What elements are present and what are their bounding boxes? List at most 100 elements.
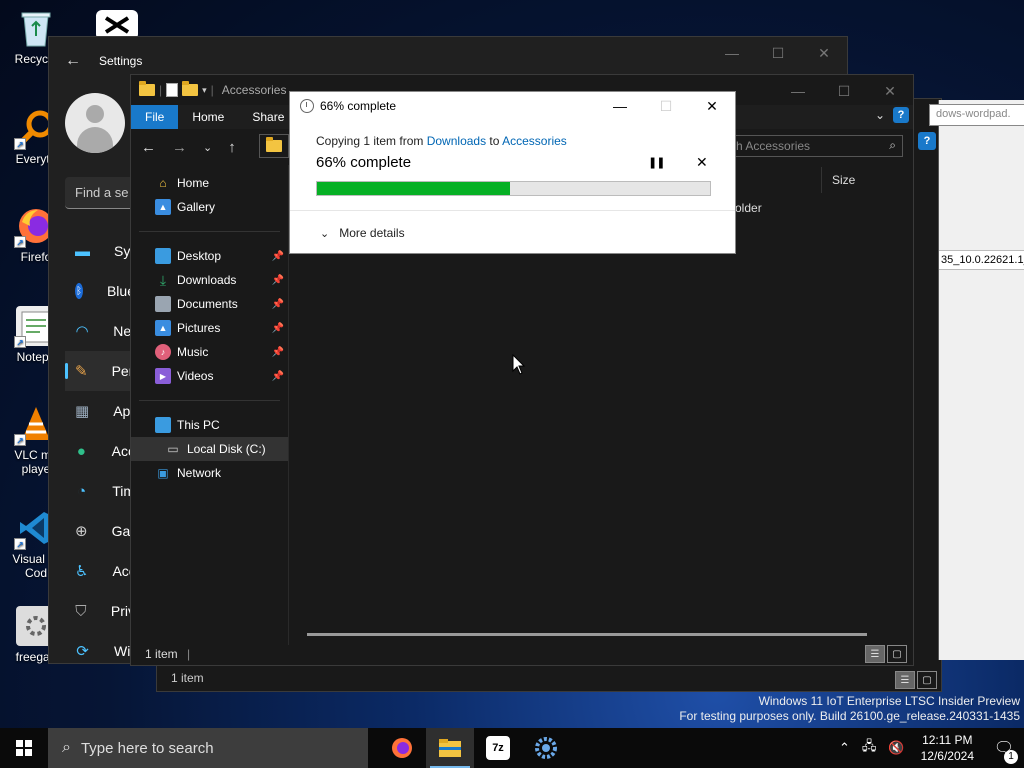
- ribbon-tab-home[interactable]: Home: [178, 105, 238, 129]
- chevron-up-icon[interactable]: ⌃: [839, 740, 850, 756]
- source-link[interactable]: Downloads: [427, 134, 486, 148]
- pin-icon[interactable]: 📌: [272, 251, 284, 262]
- downloads-icon: ⤓: [159, 271, 167, 288]
- new-folder-icon[interactable]: [182, 81, 199, 96]
- accessibility-icon: ♿: [75, 563, 89, 580]
- taskbar-file-explorer[interactable]: [426, 728, 474, 768]
- system-tray: ⌃ 🖧 🔇 12:11 PM 12/6/2024 🗨 1: [833, 728, 1024, 768]
- close-button[interactable]: ✕: [689, 92, 735, 120]
- videos-icon: ▶: [155, 368, 171, 384]
- pause-button[interactable]: ❚❚: [648, 156, 665, 169]
- minimize-button[interactable]: —: [597, 92, 643, 120]
- address-bar[interactable]: [259, 134, 289, 158]
- background-window-right[interactable]: dows-wordpad. 35_10.0.22621.1_: [929, 100, 1024, 660]
- properties-icon[interactable]: [166, 83, 179, 97]
- update-icon: ⟳: [76, 643, 89, 660]
- nav-label: Pictures: [177, 321, 221, 335]
- maximize-button[interactable]: ☐: [755, 37, 801, 69]
- gallery-icon: ▲: [155, 199, 171, 215]
- column-header-size[interactable]: Size: [821, 167, 911, 193]
- desktop-folder-icon: [155, 248, 171, 264]
- taskbar-firefox[interactable]: [378, 728, 426, 768]
- nav-label: Gallery: [177, 200, 216, 214]
- horizontal-scrollbar[interactable]: [307, 633, 867, 636]
- destination-link[interactable]: Accessories: [502, 134, 567, 148]
- nav-home[interactable]: ⌂ Home: [131, 171, 288, 195]
- nav-downloads[interactable]: ⤓ Downloads 📌: [131, 268, 288, 292]
- details-view-button[interactable]: ☰: [895, 671, 915, 689]
- maximize-button[interactable]: ☐: [821, 75, 867, 107]
- settings-nav-privacy[interactable]: ⛉ Priv: [65, 591, 135, 631]
- pin-icon[interactable]: 📌: [272, 299, 284, 310]
- settings-nav-personalization[interactable]: ✎ Pers: [65, 351, 140, 391]
- close-button[interactable]: ✕: [801, 37, 847, 69]
- minimize-button[interactable]: —: [709, 37, 755, 69]
- notifications-button[interactable]: 🗨 1: [984, 738, 1024, 764]
- settings-nav-windows-update[interactable]: ⟳ Wir: [65, 631, 135, 671]
- explorer-title: Accessories: [221, 83, 287, 97]
- settings-nav-network[interactable]: ◠ Net: [65, 311, 135, 351]
- help-icon-background[interactable]: ?: [918, 132, 936, 150]
- nav-music[interactable]: ♪ Music 📌: [131, 340, 288, 364]
- pictures-icon: ▲: [155, 320, 171, 336]
- cancel-copy-button[interactable]: ✕: [696, 154, 708, 171]
- large-icons-view-button[interactable]: ▢: [887, 645, 907, 663]
- search-input[interactable]: h Accessories ⌕: [727, 135, 903, 157]
- nav-documents[interactable]: Documents 📌: [131, 292, 288, 316]
- pin-icon[interactable]: 📌: [272, 371, 284, 382]
- more-details-toggle[interactable]: ⌄ More details: [320, 226, 405, 240]
- taskbar-settings[interactable]: [522, 728, 570, 768]
- chevron-down-icon[interactable]: ▾: [202, 85, 207, 96]
- watermark-line-2: For testing purposes only. Build 26100.g…: [679, 709, 1020, 723]
- nav-this-pc[interactable]: This PC: [131, 413, 288, 437]
- settings-nav-accounts[interactable]: ● Acc: [65, 431, 135, 471]
- nav-network[interactable]: ▣ Network: [131, 461, 288, 485]
- start-button[interactable]: [0, 728, 48, 768]
- minimize-button[interactable]: —: [775, 75, 821, 107]
- pin-icon[interactable]: 📌: [272, 275, 284, 286]
- back-arrow-icon[interactable]: ←: [141, 139, 156, 156]
- forward-arrow-icon[interactable]: →: [172, 139, 187, 156]
- search-icon: ⌕: [889, 138, 896, 152]
- mouse-cursor-icon: [512, 354, 526, 375]
- help-icon[interactable]: ?: [893, 107, 909, 123]
- taskbar-search-input[interactable]: ⌕ Type here to search: [48, 728, 368, 768]
- settings-nav-time[interactable]: ◔ Tim: [65, 471, 135, 511]
- settings-nav-gaming[interactable]: ⊕ Gar: [65, 511, 135, 551]
- settings-title: Settings: [99, 54, 143, 68]
- wifi-icon: ◠: [75, 323, 89, 340]
- nav-videos[interactable]: ▶ Videos 📌: [131, 364, 288, 388]
- computer-icon: [155, 417, 171, 433]
- recent-locations-icon[interactable]: ⌄: [203, 141, 212, 154]
- settings-nav-system[interactable]: ▬ Syst: [65, 231, 141, 271]
- close-button[interactable]: ✕: [867, 75, 913, 107]
- dialog-titlebar[interactable]: 66% complete — ☐ ✕: [290, 92, 735, 120]
- copy-progress-dialog[interactable]: 66% complete — ☐ ✕ Copying 1 item from D…: [289, 91, 736, 254]
- settings-nav-apps[interactable]: ▦ App: [65, 391, 138, 431]
- file-type-text: older: [735, 201, 762, 215]
- nav-gallery[interactable]: ▲ Gallery: [131, 195, 288, 219]
- ribbon-tab-file[interactable]: File: [131, 105, 179, 129]
- nav-label: Home: [177, 176, 210, 190]
- taskbar-7zip[interactable]: 7z: [474, 728, 522, 768]
- address-text: dows-wordpad.: [929, 104, 1024, 126]
- settings-nav-bluetooth[interactable]: ᛒ Blue: [65, 271, 135, 311]
- details-view-button[interactable]: ☰: [865, 645, 885, 663]
- avatar[interactable]: [65, 93, 125, 153]
- expand-ribbon-icon[interactable]: ⌄: [875, 108, 885, 122]
- nav-local-disk[interactable]: ▭ Local Disk (C:): [131, 437, 288, 461]
- file-row-text[interactable]: 35_10.0.22621.1_: [939, 250, 1024, 270]
- search-placeholder: Type here to search: [80, 739, 214, 757]
- clock[interactable]: 12:11 PM 12/6/2024: [921, 732, 974, 764]
- nav-desktop[interactable]: Desktop 📌: [131, 244, 288, 268]
- pin-icon[interactable]: 📌: [272, 323, 284, 334]
- volume-muted-icon[interactable]: 🔇: [888, 740, 904, 756]
- back-arrow-icon[interactable]: ←: [65, 52, 81, 70]
- nav-pictures[interactable]: ▲ Pictures 📌: [131, 316, 288, 340]
- settings-nav-accessibility[interactable]: ♿ Acc: [65, 551, 136, 591]
- dialog-title: 66% complete: [320, 99, 397, 113]
- nav-label: This PC: [177, 418, 220, 432]
- up-arrow-icon[interactable]: ↑: [228, 139, 236, 156]
- pin-icon[interactable]: 📌: [272, 347, 284, 358]
- network-icon[interactable]: 🖧: [862, 737, 877, 759]
